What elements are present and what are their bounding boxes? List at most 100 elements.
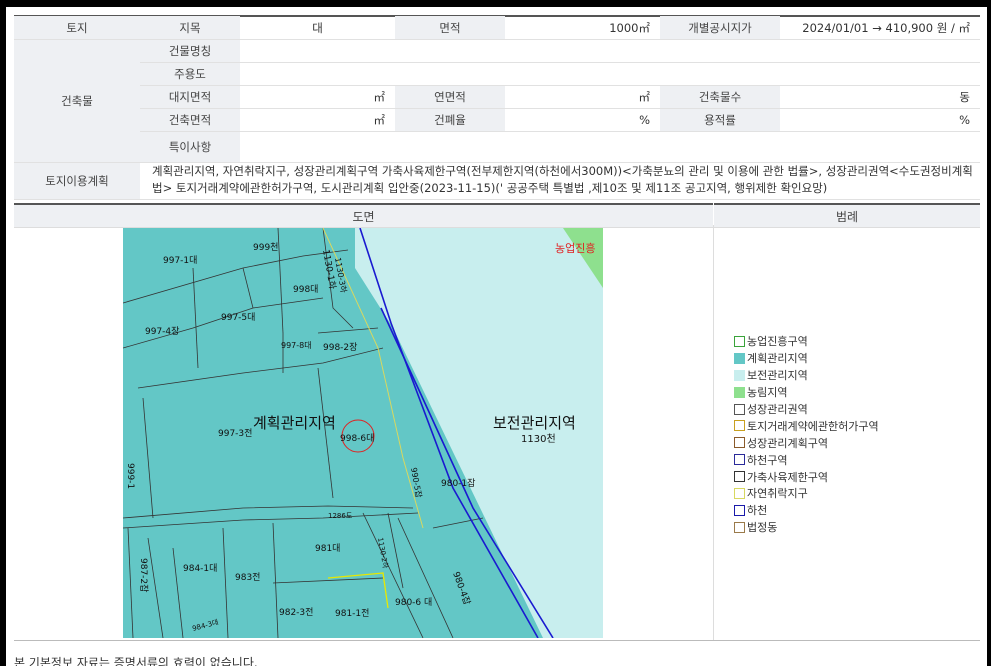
building-name-row: 건물명칭	[140, 40, 980, 63]
building-count-label: 건축물수	[660, 86, 780, 108]
map-parcel-label: 980-6 대	[395, 597, 432, 608]
zone-plan-label: 계획관리지역	[253, 414, 336, 432]
legend-item: 농림지역	[734, 384, 879, 401]
area-value: 1000㎡	[609, 20, 650, 35]
map-parcel-label: 997-8대	[281, 341, 312, 350]
building-name-label: 건물명칭	[140, 40, 240, 62]
legend-label: 농업진흥구역	[747, 335, 808, 349]
map-parcel-label: 984-1대	[183, 563, 217, 574]
building-area-label: 건축면적	[140, 109, 240, 131]
price-label: 개별공시지가	[660, 16, 780, 39]
legend-item: 법정동	[734, 519, 879, 536]
map-parcel-label: 980-1잡	[441, 477, 475, 489]
price-value: 2024/01/01 → 410,900 원 / ㎡	[802, 20, 970, 35]
legend-label: 자연취락지구	[747, 487, 808, 501]
site-area-label: 대지면적	[140, 86, 240, 108]
legend-item: 하천구역	[734, 451, 879, 468]
section-divider	[713, 225, 714, 640]
building-area-unit: ㎡	[373, 113, 386, 127]
building-area-row: 건축면적 ㎡ 건폐율 % 용적률 %	[140, 109, 980, 132]
map-parcel-label: 990-5잡	[409, 467, 424, 500]
special-row: 특이사항	[140, 132, 980, 163]
bottom-divider	[14, 640, 980, 641]
map-parcel-label: 981대	[315, 543, 340, 554]
legend-swatch-icon	[734, 403, 745, 415]
site-area-row: 대지면적 ㎡ 연면적 ㎡ 건축물수 동	[140, 86, 980, 109]
special-label: 특이사항	[140, 132, 240, 162]
total-floor-label: 연면적	[395, 86, 505, 108]
land-use-header: 토지이용계획	[14, 163, 140, 199]
legend-swatch-icon	[734, 420, 745, 432]
legend-label: 성장관리권역	[747, 403, 808, 416]
map-parcel-label: 999-1	[125, 463, 135, 489]
legend-label: 성장관리계획구역	[747, 436, 828, 450]
legend-swatch-icon	[734, 352, 745, 364]
map-parcel-label: 981-1전	[335, 608, 369, 619]
land-row: 토지 지목 대 면적 1000㎡ 개별공시지가 2024/01/01 → 410…	[14, 16, 980, 40]
legend-label: 농림지역	[747, 386, 788, 400]
far-unit: %	[959, 113, 970, 127]
legend-item: 농업진흥구역	[734, 333, 879, 350]
land-use-text: 계획관리지역, 자연취락지구, 성장관리계획구역 가축사육제한구역(전부제한지역…	[152, 164, 973, 195]
map-parcel-label: 1286도	[328, 512, 353, 520]
legend-swatch-icon	[734, 454, 745, 466]
map-parcel-label: 998-6대	[340, 433, 374, 444]
map-parcel-label: 982-3전	[279, 607, 313, 618]
main-use-label: 주용도	[140, 63, 240, 85]
jimok-value: 대	[312, 20, 323, 35]
coverage-label: 건폐율	[395, 109, 505, 131]
zone-conserve-label: 보전관리지역	[493, 414, 576, 432]
legend-item: 계획관리지역	[734, 350, 879, 367]
page: 토지 지목 대 면적 1000㎡ 개별공시지가 2024/01/01 → 410…	[6, 7, 987, 666]
zone-agri-label: 농업진흥	[555, 241, 595, 255]
map-parcel-label: 998-2장	[323, 342, 357, 353]
land-use-row: 토지이용계획 계획관리지역, 자연취락지구, 성장관리계획구역 가축사육제한구역…	[14, 163, 980, 200]
legend-item: 가축사육제한구역	[734, 468, 879, 485]
far-label: 용적률	[660, 109, 780, 131]
map-section-title: 도면	[14, 203, 713, 228]
site-area-unit: ㎡	[373, 90, 386, 104]
total-floor-unit: ㎡	[638, 90, 651, 104]
coverage-unit: %	[639, 113, 650, 127]
map-parcel-label: 997-5대	[221, 312, 255, 323]
legend-label: 토지거래계약에관한허가구역	[747, 419, 879, 433]
legend-item: 자연취락지구	[734, 485, 879, 502]
main-use-row: 주용도	[140, 63, 980, 86]
legend-item: 보전관리지역	[734, 367, 879, 384]
map-parcel-label: 999천	[253, 242, 278, 253]
legend-label: 계획관리지역	[747, 352, 808, 366]
zone-conserve-number: 1130천	[521, 433, 556, 445]
legend-label: 법정동	[747, 521, 778, 535]
map-svg: 999천 997-1대 1130-1하 998대 997-5대 997-4장 9…	[123, 228, 603, 638]
area-label: 면적	[395, 16, 505, 39]
map-parcel-label: 997-1대	[163, 255, 197, 266]
legend-label: 가축사육제한구역	[747, 470, 828, 484]
legend-section-title: 범례	[714, 203, 980, 228]
map-parcel-label: 987-2잡	[138, 558, 150, 592]
legend-swatch-icon	[734, 386, 745, 398]
legend-label: 보전관리지역	[747, 369, 808, 383]
map-parcel-label: 980-4잡	[450, 570, 473, 606]
legend-label: 하천구역	[747, 453, 788, 467]
map-parcel-label: 997-3전	[218, 428, 252, 439]
legend-swatch-icon	[734, 487, 745, 499]
conservation-zone	[355, 228, 603, 638]
legend-swatch-icon	[734, 335, 745, 347]
building-header: 건축물	[14, 40, 140, 163]
land-header: 토지	[14, 16, 140, 39]
map-parcel-label: 1130-2하	[376, 537, 390, 570]
legend-swatch-icon	[734, 369, 745, 381]
disclaimer-note: 본 기본정보 자료는 증명서류의 효력이 없습니다.	[14, 656, 258, 666]
map-parcel-label: 983전	[235, 572, 260, 583]
jimok-label: 지목	[140, 16, 240, 39]
legend-swatch-icon	[734, 521, 745, 533]
legend-swatch-icon	[734, 504, 745, 516]
map-parcel-label: 997-4장	[145, 326, 179, 337]
map-parcel-label: 984-3대	[191, 618, 219, 633]
cadastral-map[interactable]: 999천 997-1대 1130-1하 998대 997-5대 997-4장 9…	[123, 228, 603, 638]
legend-swatch-icon	[734, 437, 745, 449]
map-parcel-label: 998대	[293, 284, 318, 295]
legend-item: 하천	[734, 502, 879, 519]
legend-label: 하천	[747, 504, 768, 518]
legend-item: 성장관리계획구역	[734, 434, 879, 451]
